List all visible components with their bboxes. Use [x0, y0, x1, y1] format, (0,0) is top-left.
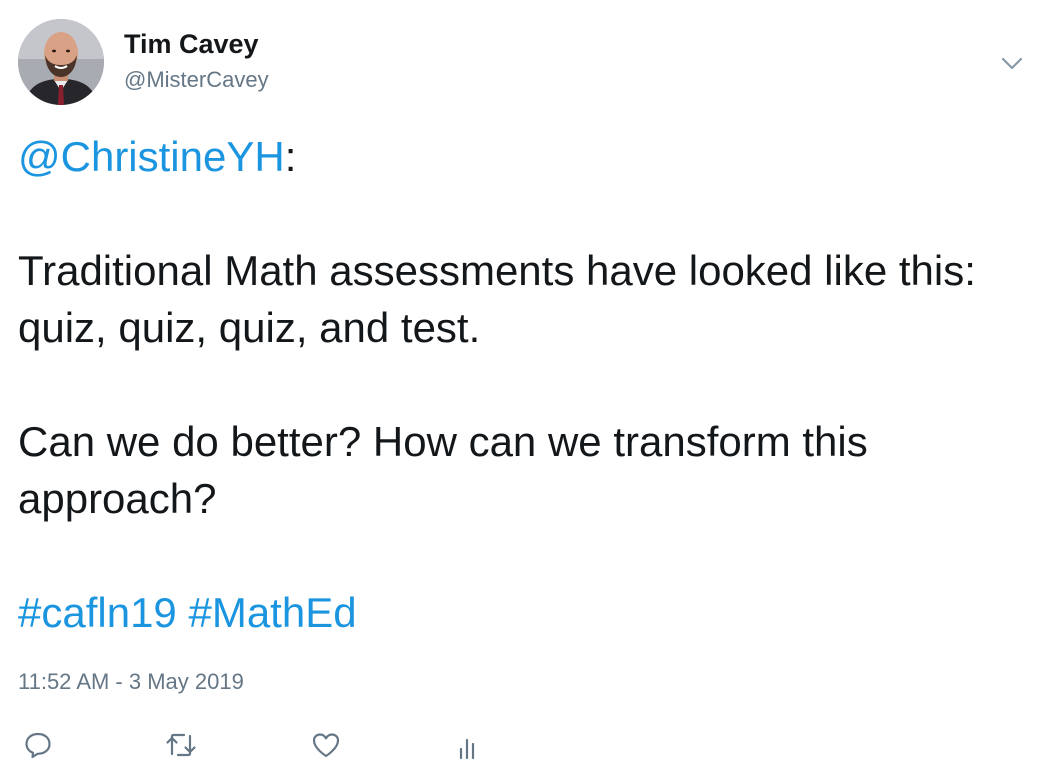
heart-icon	[311, 730, 341, 760]
tweet-paragraph-2: Can we do better? How can we transform t…	[18, 418, 868, 522]
retweet-button[interactable]	[161, 725, 201, 765]
hashtag-link[interactable]: #cafln19	[18, 589, 177, 636]
mention-line: @ChristineYH:	[18, 128, 1028, 185]
tweet-card: Tim Cavey @MisterCavey @ChristineYH: Tra…	[0, 0, 1045, 772]
author-name[interactable]: Tim Cavey	[124, 28, 259, 60]
author-handle[interactable]: @MisterCavey	[124, 66, 269, 94]
tweet-text: @ChristineYH: Traditional Math assessmen…	[18, 128, 1028, 641]
analytics-icon	[456, 730, 482, 760]
reply-icon	[23, 730, 53, 760]
reply-button[interactable]	[18, 725, 58, 765]
analytics-button[interactable]	[449, 725, 489, 765]
tweet-paragraph-1: Traditional Math assessments have looked…	[18, 247, 976, 351]
avatar[interactable]	[18, 19, 104, 105]
tweet-timestamp[interactable]: 11:52 AM - 3 May 2019	[18, 667, 244, 697]
chevron-down-icon[interactable]	[999, 50, 1025, 76]
action-bar	[0, 725, 1045, 765]
hashtag-line: #cafln19 #MathEd	[18, 584, 1028, 641]
mention-suffix: :	[284, 133, 297, 180]
retweet-icon	[165, 730, 197, 760]
like-button[interactable]	[306, 725, 346, 765]
mention-link[interactable]: @ChristineYH	[18, 133, 285, 180]
hashtag-link[interactable]: #MathEd	[188, 589, 356, 636]
